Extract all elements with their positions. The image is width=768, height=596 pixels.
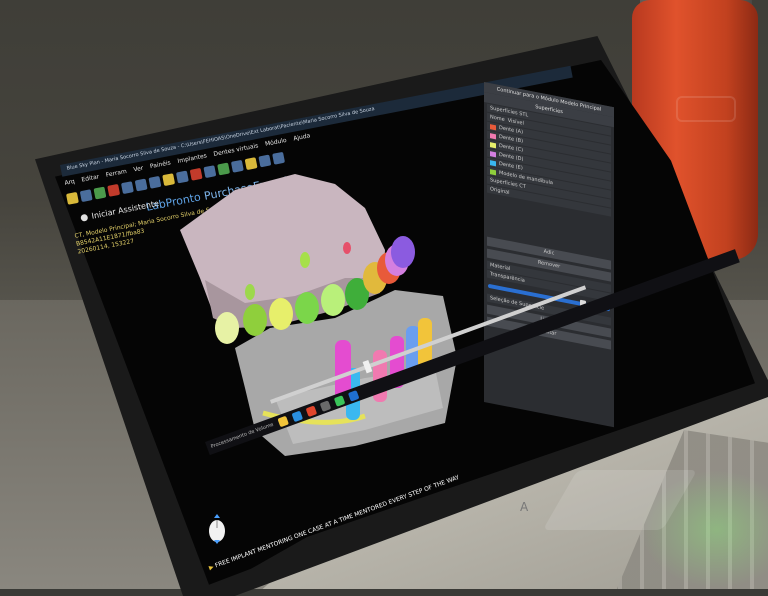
- upper-tooth[interactable]: [269, 298, 293, 330]
- upper-tooth[interactable]: [215, 312, 239, 344]
- tooth-icon[interactable]: [148, 175, 162, 189]
- redo-icon[interactable]: [134, 178, 148, 192]
- upper-tooth[interactable]: [321, 284, 345, 316]
- undo-icon[interactable]: [120, 181, 134, 195]
- surfaces-panel: Continuar para o Módulo Modelo Principal…: [484, 82, 614, 428]
- view-icon[interactable]: [272, 151, 286, 165]
- implant-icon[interactable]: [162, 173, 176, 187]
- bottle-logo: [676, 96, 736, 122]
- upper-tooth[interactable]: [391, 236, 415, 268]
- save-icon[interactable]: [79, 189, 93, 203]
- color-swatch[interactable]: [490, 123, 496, 130]
- upper-tooth[interactable]: [243, 304, 267, 336]
- close-icon[interactable]: [107, 183, 121, 197]
- edge-icon[interactable]: [291, 410, 304, 422]
- explorer-icon[interactable]: [277, 415, 289, 427]
- whatsapp-icon[interactable]: [333, 394, 346, 407]
- color-swatch[interactable]: [490, 141, 496, 148]
- implant-marker: [343, 242, 351, 254]
- chrome-icon[interactable]: [305, 404, 318, 417]
- laptop-brand-mark: A: [520, 500, 529, 514]
- store-icon[interactable]: [319, 399, 332, 412]
- menu-item-view[interactable]: Ver: [133, 165, 145, 177]
- assistant-icon: [80, 213, 89, 222]
- import-icon[interactable]: [93, 186, 107, 200]
- upper-tooth[interactable]: [295, 292, 319, 324]
- color-swatch[interactable]: [490, 132, 496, 139]
- mail-icon[interactable]: [347, 389, 360, 402]
- orientation-mouse-icon[interactable]: [206, 514, 228, 544]
- color-swatch[interactable]: [490, 159, 496, 166]
- color-swatch[interactable]: [490, 168, 496, 175]
- implant-marker: [245, 284, 255, 300]
- menu-item-file[interactable]: Arq: [64, 178, 76, 190]
- settings-icon[interactable]: [258, 154, 272, 168]
- color-swatch[interactable]: [490, 150, 496, 157]
- implant-marker: [300, 252, 310, 268]
- open-folder-icon[interactable]: [66, 191, 79, 205]
